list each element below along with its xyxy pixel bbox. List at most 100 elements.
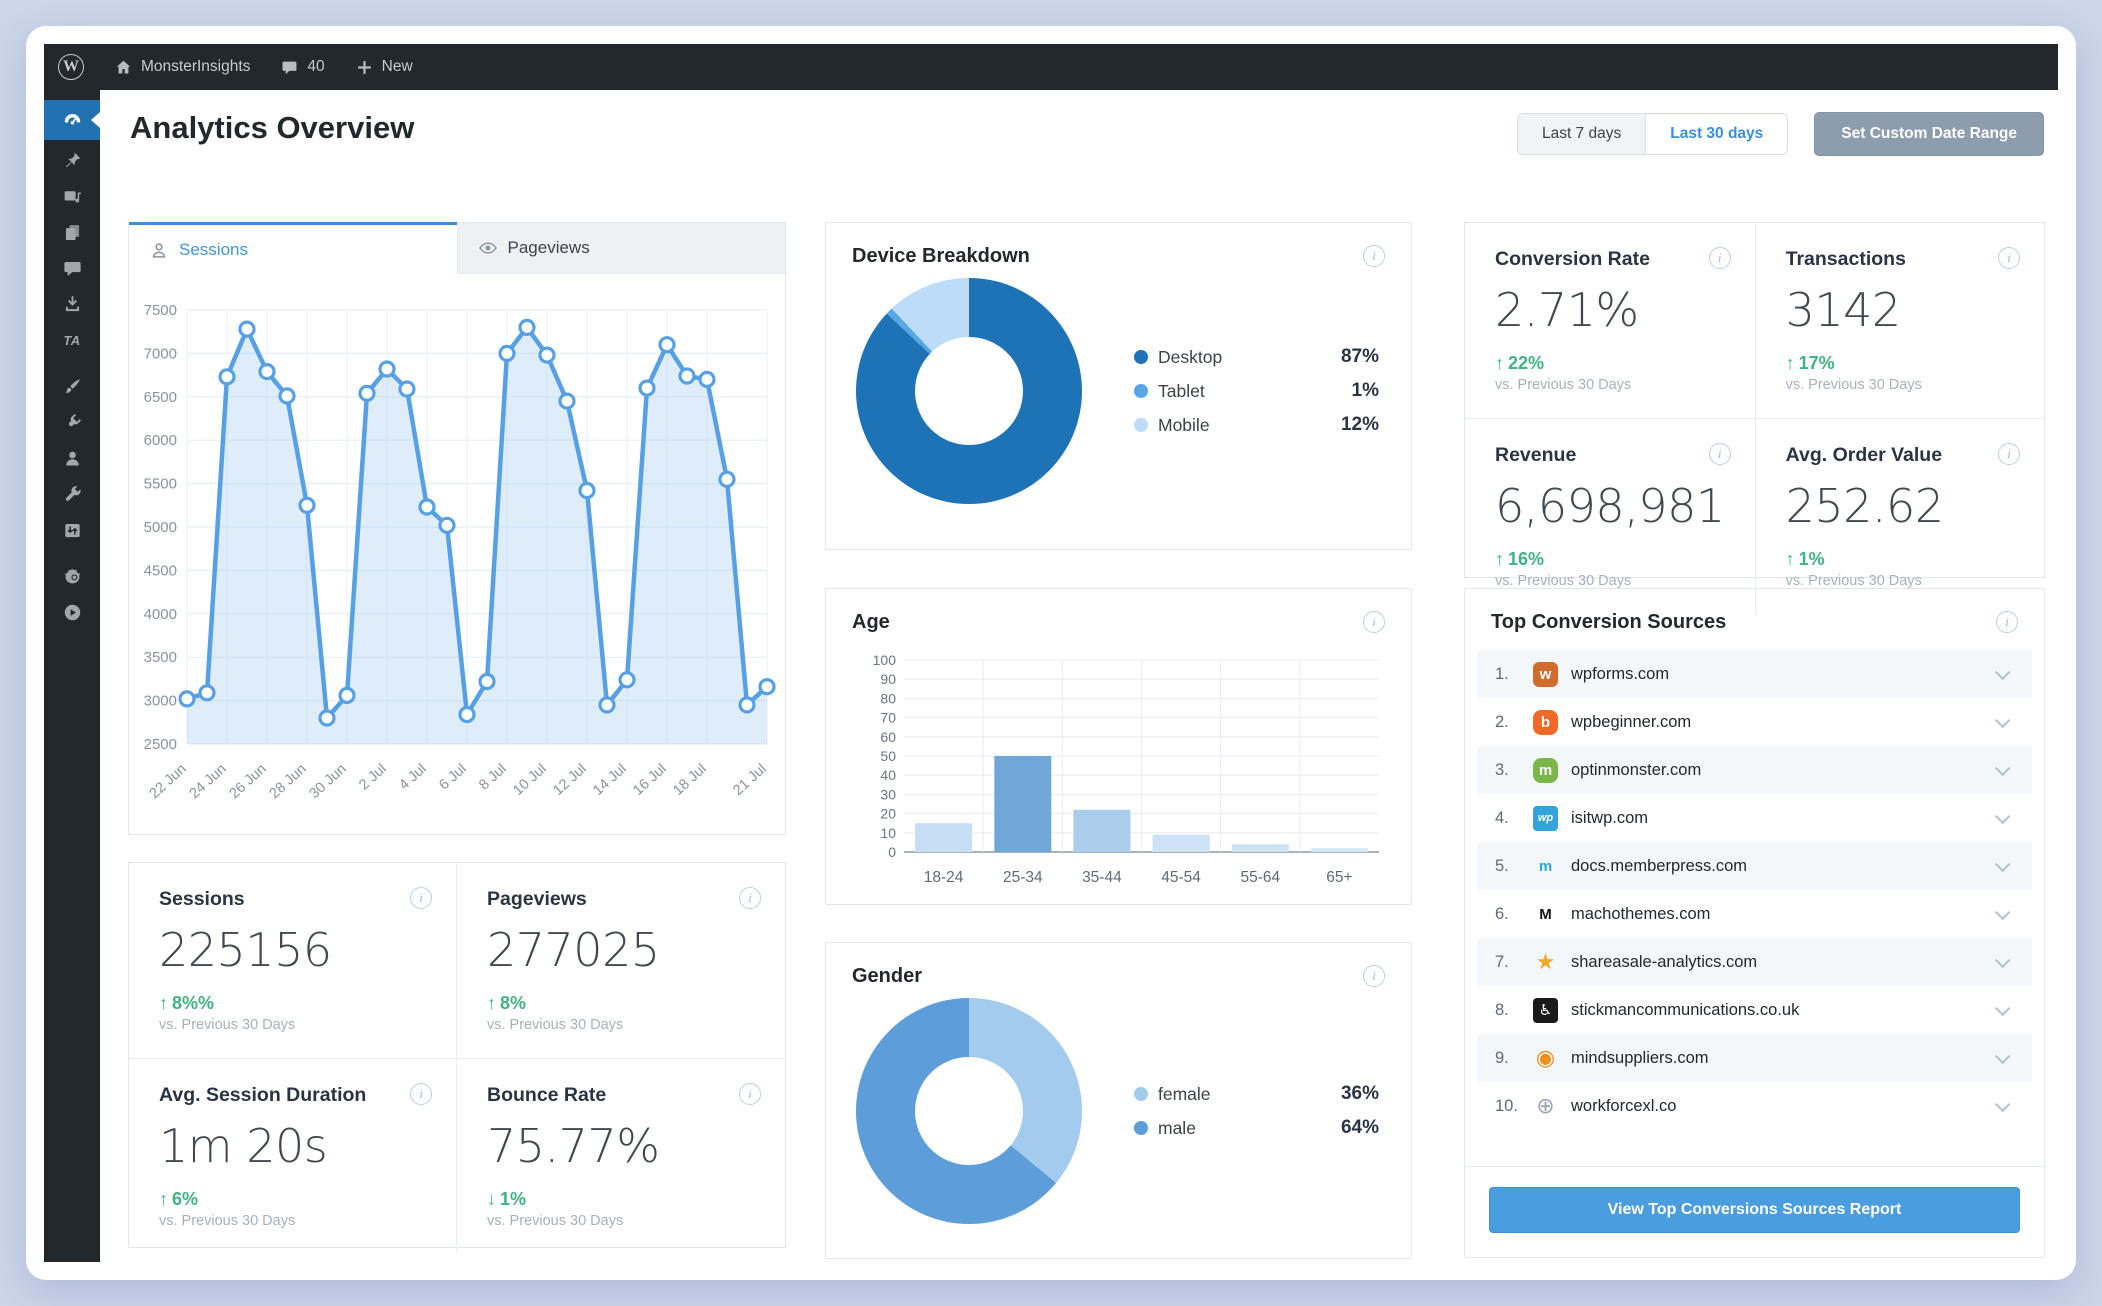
source-row-optinmonster-com[interactable]: 3. m optinmonster.com — [1477, 746, 2032, 794]
sidebar-item-pages[interactable] — [44, 214, 100, 250]
info-icon[interactable]: i — [1363, 611, 1385, 633]
view-top-conversions-report-button[interactable]: View Top Conversions Sources Report — [1489, 1187, 2020, 1233]
age-bar-chart-container: 0 10 20 30 40 50 60 70 80 90 100 18-24 25-34 35-44 45-… — [852, 648, 1385, 903]
chart-tabs: Sessions Pageviews — [129, 222, 785, 274]
source-row-shareasale-analytics-com[interactable]: 7. ★ shareasale-analytics.com — [1477, 938, 2032, 986]
isitwp-com-favicon-icon: wp — [1533, 805, 1558, 831]
info-icon[interactable]: i — [1363, 245, 1385, 267]
chevron-down-icon[interactable] — [1994, 1048, 2011, 1064]
date-range-toggle: Last 7 days Last 30 days — [1516, 113, 1789, 155]
chevron-down-icon[interactable] — [1994, 856, 2011, 872]
arrow-up-icon: ↑ — [1495, 549, 1504, 569]
svg-text:2 Jul: 2 Jul — [356, 761, 389, 793]
info-icon[interactable]: i — [1363, 965, 1385, 987]
overview-card-bounce-rate: Bounce Rate i 75.77% ↓ 1% vs. Previous 30 Day… — [457, 1059, 785, 1254]
info-icon[interactable]: i — [1998, 247, 2020, 269]
shareasale-analytics-com-favicon-icon: ★ — [1535, 949, 1556, 974]
wordpress-logo-icon[interactable]: W — [58, 54, 84, 80]
chevron-down-icon[interactable] — [1994, 664, 2011, 680]
range-button-last-7-days[interactable]: Last 7 days — [1517, 114, 1646, 154]
chevron-down-icon[interactable] — [1994, 952, 2011, 968]
info-icon[interactable]: i — [739, 1083, 761, 1105]
svg-text:6 Jul: 6 Jul — [436, 761, 469, 793]
sidebar-item-users[interactable] — [44, 440, 100, 476]
ecommerce-stats-grid: Conversion Rate i 2.71% ↑ 22% vs. Previous 30… — [1464, 222, 2045, 614]
sidebar-item-ta-logo[interactable]: TA — [44, 322, 100, 358]
arrow-up-icon: ↑ — [1495, 353, 1504, 373]
ta-logo-text: TA — [63, 332, 81, 348]
source-rank: 3. — [1495, 760, 1509, 779]
stat-label: Avg. Session Duration — [159, 1084, 367, 1106]
info-icon[interactable]: i — [410, 1083, 432, 1105]
svg-text:28 Jun: 28 Jun — [267, 761, 310, 802]
svg-text:14 Jul: 14 Jul — [590, 761, 629, 799]
source-domain: wpbeginner.com — [1571, 712, 1692, 731]
info-icon[interactable]: i — [1996, 611, 2018, 633]
svg-text:70: 70 — [880, 710, 896, 726]
source-domain: machothemes.com — [1571, 904, 1711, 923]
tab-sessions[interactable]: Sessions — [129, 222, 457, 274]
sidebar-item-plugin[interactable] — [44, 404, 100, 440]
sessions-line-chart-container: 2500 3000 3500 4000 4500 5000 5500 6000 6500 7000… — [129, 274, 785, 838]
source-row-workforcexl-co[interactable]: 10. ⊕ workforcexl.co — [1477, 1082, 2032, 1130]
sidebar-item-media[interactable] — [44, 178, 100, 214]
source-row-mindsuppliers-com[interactable]: 9. ◉ mindsuppliers.com — [1477, 1034, 2032, 1082]
svg-text:10 Jul: 10 Jul — [510, 761, 549, 799]
sidebar-item-video-play[interactable] — [44, 594, 100, 630]
stat-compare: vs. Previous 30 Days — [487, 1213, 624, 1229]
sidebar-item-mascot[interactable] — [44, 558, 100, 594]
source-rank: 10. — [1495, 1096, 1518, 1115]
right-column: Conversion Rate i 2.71% ↑ 22% vs. Previous 30… — [1464, 222, 2045, 1258]
chevron-down-icon[interactable] — [1994, 1096, 2011, 1112]
arrow-up-icon: ↑ — [1785, 549, 1795, 569]
range-button-last-30-days[interactable]: Last 30 days — [1645, 114, 1788, 154]
ecommerce-card-conversion-rate: Conversion Rate i 2.71% ↑ 22% vs. Previous 30… — [1465, 223, 1756, 419]
tab-pageviews[interactable]: Pageviews — [456, 222, 785, 274]
comments-indicator[interactable]: 40 — [280, 58, 325, 77]
overview-card-sessions: Sessions i 225156 ↑ 8%% vs. Previous 30 Days — [129, 863, 457, 1059]
info-icon[interactable]: i — [1708, 247, 1731, 269]
svg-text:22 Jun: 22 Jun — [147, 761, 190, 802]
info-icon[interactable]: i — [1708, 443, 1731, 465]
info-icon[interactable]: i — [739, 887, 761, 909]
sidebar-item-settings-sliders[interactable] — [44, 512, 100, 548]
legend-value: 36% — [1340, 1083, 1379, 1104]
sidebar-item-pin[interactable] — [44, 142, 100, 178]
chevron-down-icon[interactable] — [1994, 712, 2011, 728]
site-home-link[interactable]: MonsterInsights — [114, 58, 250, 77]
stat-value: 75.77% — [487, 1119, 660, 1173]
source-row-docs-memberpress-com[interactable]: 5. m docs.memberpress.com — [1477, 842, 2032, 890]
chevron-down-icon[interactable] — [1994, 808, 2011, 824]
stat-header: Bounce Rate i — [487, 1083, 761, 1107]
source-row-isitwp-com[interactable]: 4. wp isitwp.com — [1477, 794, 2032, 842]
stat-value: 6,698,981 — [1495, 479, 1725, 533]
chevron-down-icon[interactable] — [1994, 760, 2011, 776]
legend-value: 64% — [1340, 1117, 1379, 1138]
new-content-button[interactable]: New — [355, 58, 413, 77]
panel-title: Gender — [852, 965, 923, 987]
source-domain: stickmancommunications.co.uk — [1571, 1000, 1800, 1019]
source-row-wpbeginner-com[interactable]: 2. b wpbeginner.com — [1477, 698, 2032, 746]
ecommerce-card-revenue: Revenue i 6,698,981 ↑ 16% vs. Previous 30 Day… — [1465, 419, 1756, 614]
sidebar-item-tools-wrench[interactable] — [44, 476, 100, 512]
plus-icon — [355, 58, 374, 77]
sidebar-item-appearance-brush[interactable] — [44, 368, 100, 404]
svg-text:16 Jul: 16 Jul — [630, 761, 669, 799]
chevron-down-icon[interactable] — [1994, 904, 2011, 920]
age-bar-chart: 0 10 20 30 40 50 60 70 80 90 100 18-24 25-34 35-44 45-… — [873, 652, 1379, 886]
set-custom-date-range-button[interactable]: Set Custom Date Range — [1814, 112, 2044, 156]
info-icon[interactable]: i — [1998, 443, 2020, 465]
source-row-machothemes-com[interactable]: 6. Mmachothemes.com — [1477, 890, 2032, 938]
sidebar-item-comments[interactable] — [44, 250, 100, 286]
panel-title: Top Conversion Sources — [1491, 611, 1727, 633]
sidebar-item-download[interactable] — [44, 286, 100, 322]
info-icon[interactable]: i — [410, 887, 432, 909]
legend-label: female — [1158, 1083, 1211, 1104]
sidebar-item-dashboard-gauge[interactable] — [44, 100, 100, 140]
panel-header: Age i — [852, 611, 1385, 634]
source-row-stickmancommunications-co-uk[interactable]: 8. ♿ stickmancommunications.co.uk — [1477, 986, 2032, 1034]
source-row-wpforms-com[interactable]: 1. w wpforms.com — [1477, 650, 2032, 698]
tab-label: Sessions — [179, 239, 248, 259]
svg-text:24 Jun: 24 Jun — [187, 761, 230, 802]
chevron-down-icon[interactable] — [1994, 1000, 2011, 1016]
